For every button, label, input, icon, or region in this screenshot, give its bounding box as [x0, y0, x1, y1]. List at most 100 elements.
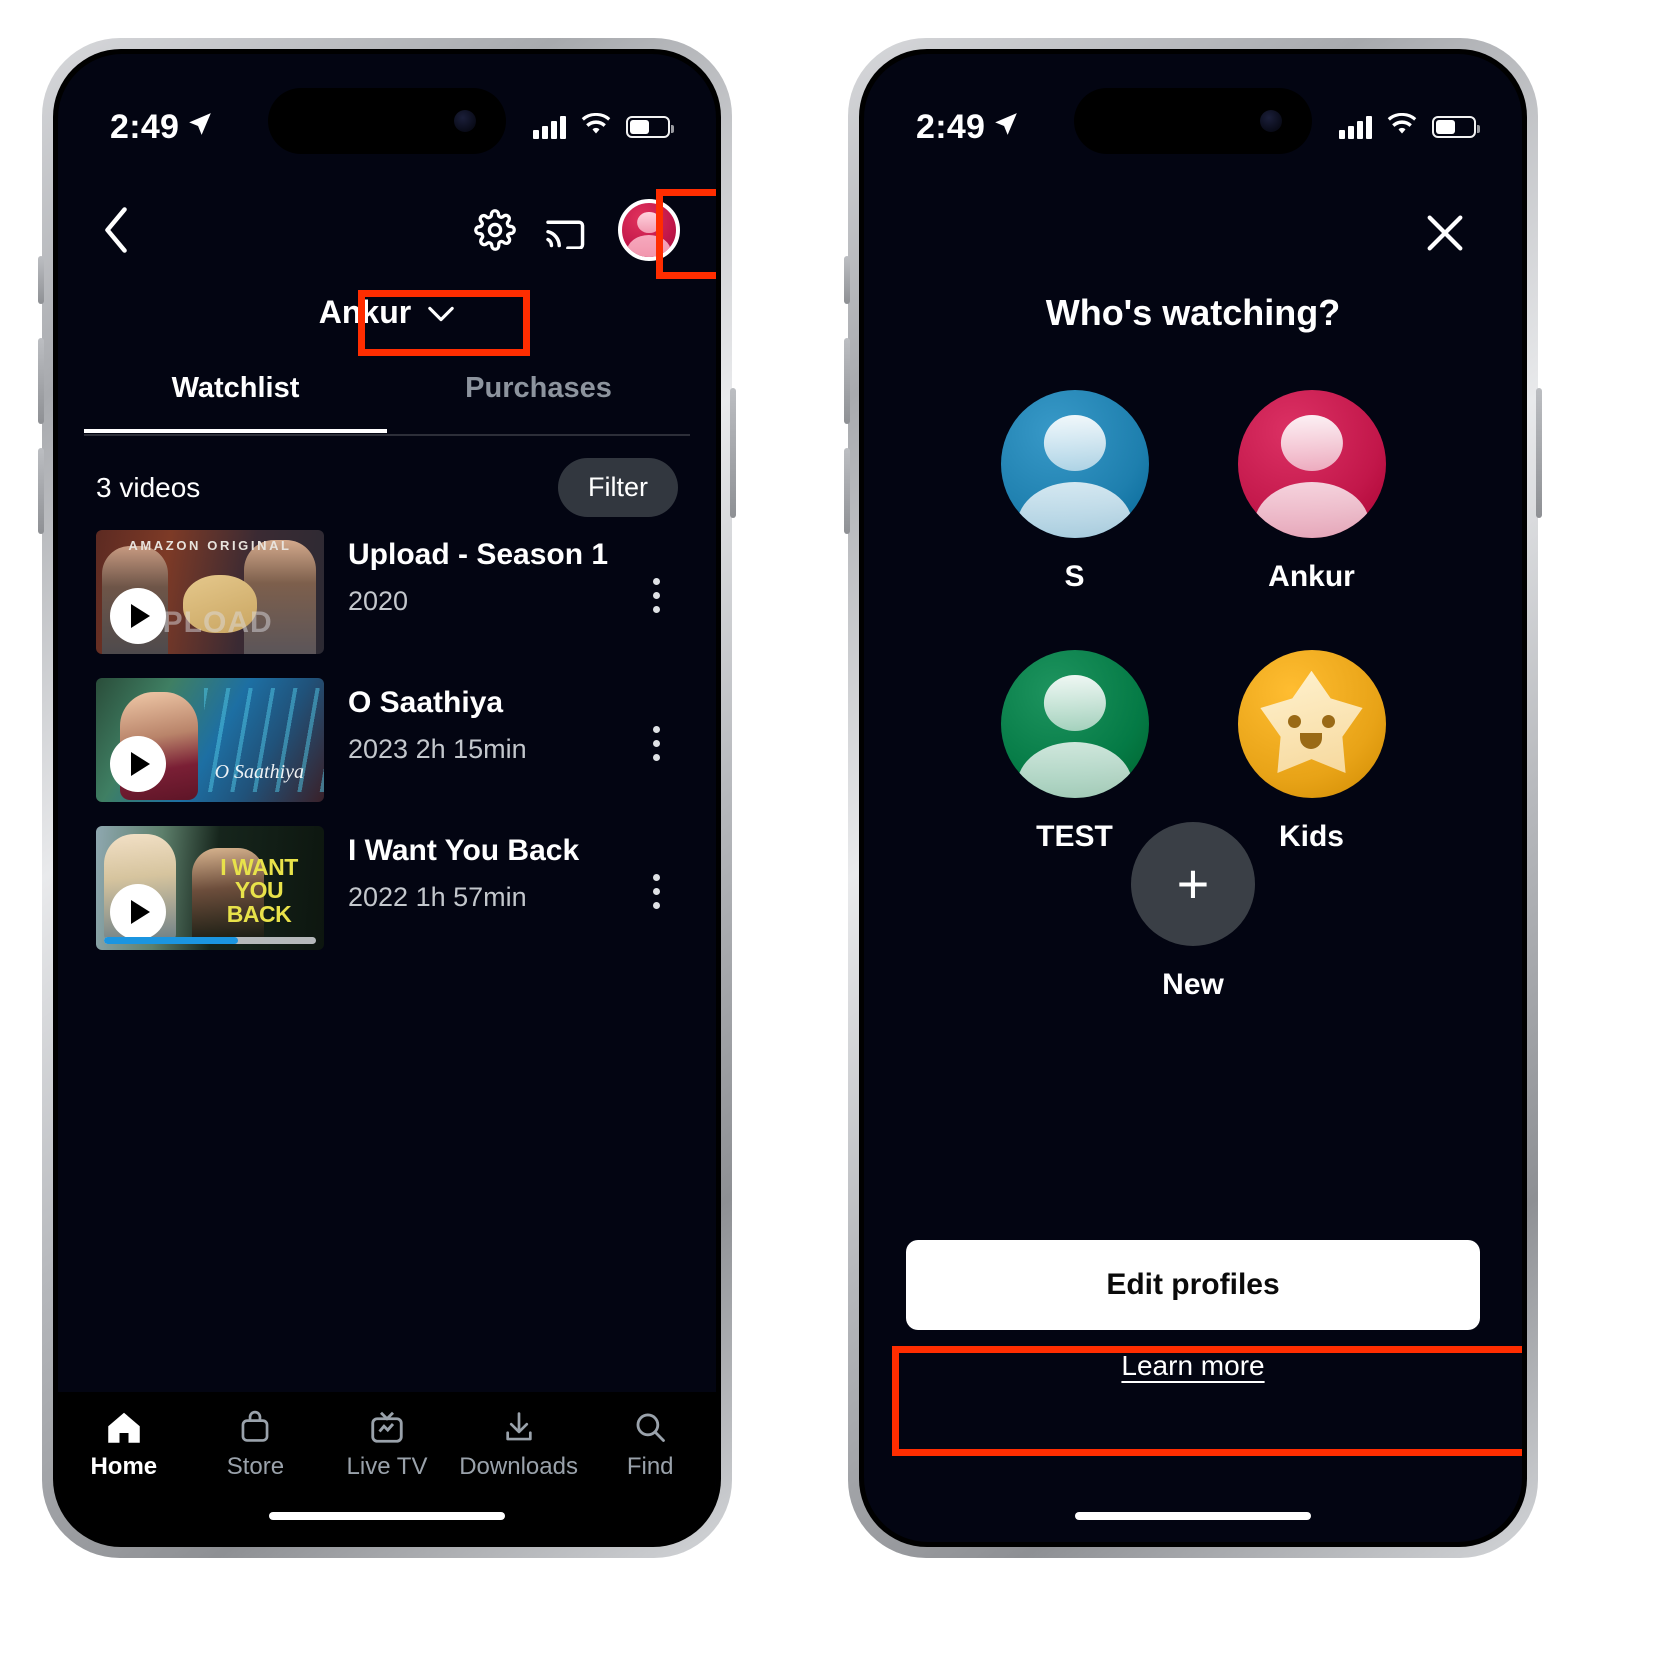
cellular-bars-icon	[533, 115, 566, 139]
avatar-body	[1253, 481, 1370, 538]
star-eye-right	[1321, 715, 1335, 729]
new-profile-group: + New	[864, 822, 1522, 1002]
top-actions	[474, 199, 680, 261]
avatar-head	[1043, 415, 1106, 472]
search-icon	[633, 1410, 667, 1444]
profile-avatar-icon[interactable]	[618, 199, 680, 261]
video-thumbnail[interactable]: I WANT YOU BACK	[96, 826, 324, 950]
avatar[interactable]	[1000, 650, 1149, 798]
location-arrow-icon	[187, 107, 213, 146]
download-icon	[502, 1410, 536, 1444]
gear-icon[interactable]	[474, 209, 516, 251]
kids-star-avatar-icon[interactable]	[1237, 650, 1386, 798]
tab-downloads[interactable]: Downloads	[453, 1410, 585, 1481]
avatar-head	[1043, 675, 1106, 732]
phone-right: 2:49 Who's watching? S Ankur TEST Kids +…	[844, 38, 1542, 1558]
avatar[interactable]	[1000, 390, 1149, 538]
edit-profiles-button[interactable]: Edit profiles	[906, 1240, 1480, 1330]
profile-selector-label: Ankur	[318, 294, 412, 330]
back-button[interactable]	[94, 207, 138, 253]
status-time-group: 2:49	[916, 108, 1019, 147]
kebab-menu-icon[interactable]	[634, 565, 678, 620]
play-icon[interactable]	[110, 736, 166, 792]
watchlist: AMAZON ORIGINAL UPLOAD Upload - Season 1…	[96, 530, 678, 974]
battery-icon	[1432, 116, 1480, 138]
shopping-bag-icon	[238, 1410, 272, 1444]
volume-down-button[interactable]	[844, 448, 850, 534]
tab-store[interactable]: Store	[190, 1410, 322, 1481]
profile-item-ankur[interactable]: Ankur	[1237, 390, 1386, 594]
play-icon[interactable]	[110, 588, 166, 644]
tab-home-label: Home	[90, 1453, 158, 1480]
filter-button[interactable]: Filter	[558, 458, 678, 517]
tab-purchases[interactable]: Purchases	[387, 372, 690, 433]
avatar[interactable]	[1237, 390, 1386, 538]
play-icon[interactable]	[110, 884, 166, 940]
list-item[interactable]: O Saathiya O Saathiya 2023 2h 15min	[96, 678, 678, 802]
silent-switch[interactable]	[38, 256, 44, 304]
battery-icon	[626, 116, 674, 138]
status-time: 2:49	[916, 107, 986, 146]
power-button[interactable]	[730, 388, 736, 518]
volume-down-button[interactable]	[38, 448, 44, 534]
page-title: Who's watching?	[1045, 292, 1341, 333]
learn-more-link[interactable]: Learn more	[864, 1350, 1522, 1382]
video-subtitle: 2020	[348, 586, 409, 616]
tab-downloads-label: Downloads	[459, 1453, 578, 1480]
title-script: O Saathiya	[214, 761, 304, 783]
status-right-group	[533, 112, 674, 142]
volume-up-button[interactable]	[38, 338, 44, 424]
screen-right: 2:49 Who's watching? S Ankur TEST Kids +…	[864, 54, 1522, 1542]
tabs-divider	[84, 434, 690, 436]
cast-icon[interactable]	[546, 211, 588, 249]
plus-icon[interactable]: +	[1131, 822, 1255, 946]
tab-find[interactable]: Find	[584, 1410, 716, 1481]
location-arrow-icon	[993, 107, 1019, 146]
video-subtitle: 2023 2h 15min	[348, 734, 527, 764]
tabs: Watchlist Purchases	[84, 372, 690, 433]
wifi-icon	[580, 112, 612, 142]
video-meta: Upload - Season 1 2020	[348, 530, 634, 617]
new-profile-label: New	[1162, 968, 1224, 1001]
tab-watchlist[interactable]: Watchlist	[84, 372, 387, 433]
volume-up-button[interactable]	[844, 338, 850, 424]
watch-progress-bar	[104, 937, 316, 944]
video-meta: O Saathiya 2023 2h 15min	[348, 678, 634, 765]
tab-live-tv[interactable]: Live TV	[321, 1410, 453, 1481]
silent-switch[interactable]	[844, 256, 850, 304]
profile-selector[interactable]: Ankur	[58, 294, 716, 331]
cellular-bars-icon	[1339, 115, 1372, 139]
video-title: I Want You Back	[348, 834, 580, 867]
avatar-head	[637, 211, 661, 234]
dynamic-island	[1074, 88, 1312, 154]
kebab-menu-icon[interactable]	[634, 713, 678, 768]
profile-grid: S Ankur TEST Kids	[956, 390, 1430, 854]
front-camera-icon	[454, 110, 476, 132]
list-item[interactable]: AMAZON ORIGINAL UPLOAD Upload - Season 1…	[96, 530, 678, 654]
profile-label: S	[1064, 560, 1085, 593]
profile-item-s[interactable]: S	[1000, 390, 1149, 594]
home-indicator[interactable]	[269, 1512, 505, 1520]
list-header: 3 videos Filter	[96, 458, 678, 517]
original-badge: AMAZON ORIGINAL	[128, 538, 292, 553]
status-time: 2:49	[110, 107, 180, 146]
poster-title-line2: YOU BACK	[226, 877, 292, 927]
video-thumbnail[interactable]: AMAZON ORIGINAL UPLOAD	[96, 530, 324, 654]
video-title: Upload - Season 1	[348, 538, 609, 571]
close-x-icon[interactable]	[1414, 202, 1476, 264]
home-indicator[interactable]	[1075, 1512, 1311, 1520]
kebab-menu-icon[interactable]	[634, 861, 678, 916]
tab-home[interactable]: Home	[58, 1410, 190, 1481]
phone-left: 2:49 Ankur Watchlist Purchases 3 videos …	[38, 38, 736, 1558]
avatar-body	[1016, 741, 1133, 798]
phone-bezel: 2:49	[859, 49, 1527, 1547]
tab-find-label: Find	[626, 1453, 674, 1480]
video-subtitle: 2022 1h 57min	[348, 882, 527, 912]
list-item[interactable]: I WANT YOU BACK I Want You Back 2022 1h …	[96, 826, 678, 950]
power-button[interactable]	[1536, 388, 1542, 518]
status-right-group	[1339, 112, 1480, 142]
poster-title-line1: I WANT	[220, 854, 298, 880]
video-title: O Saathiya	[348, 686, 504, 719]
video-thumbnail[interactable]: O Saathiya	[96, 678, 324, 802]
star-shape	[1260, 670, 1363, 774]
